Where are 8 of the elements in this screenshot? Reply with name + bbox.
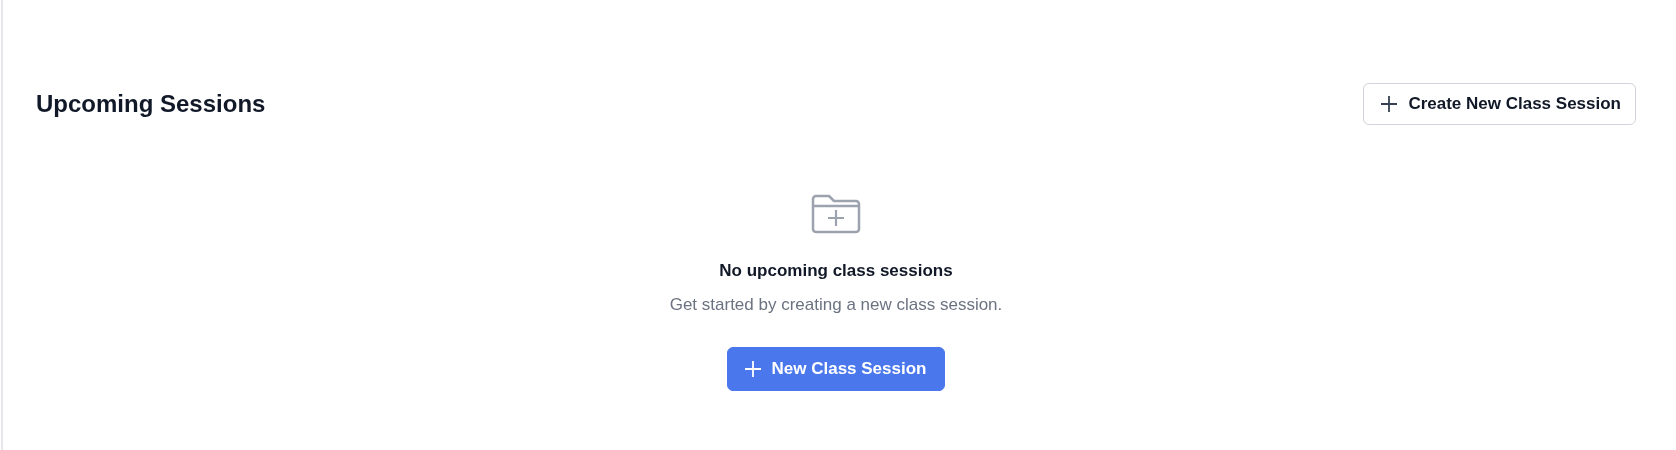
- create-session-button[interactable]: Create New Class Session: [1363, 83, 1636, 125]
- empty-message: Get started by creating a new class session.: [669, 295, 1003, 315]
- new-session-button[interactable]: New Class Session: [726, 347, 946, 391]
- folder-plus-icon: [810, 193, 862, 235]
- empty-heading: No upcoming class sessions: [719, 261, 953, 281]
- plus-icon: [743, 360, 762, 378]
- section-title: Upcoming Sessions: [36, 90, 266, 118]
- plus-icon: [1380, 95, 1399, 113]
